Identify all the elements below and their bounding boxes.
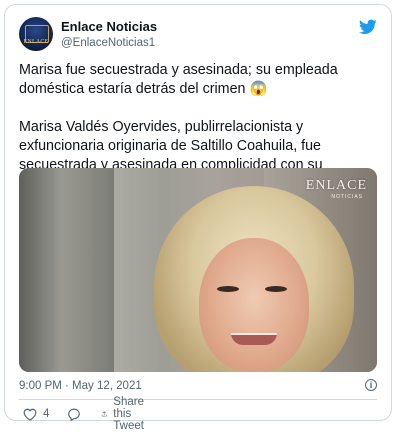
account-handle[interactable]: @EnlaceNoticias1 [61,37,155,49]
share-button[interactable]: Share this Tweet [101,396,152,432]
media-watermark-sub: NOTICIAS [331,194,363,200]
divider [19,399,377,400]
tweet-paragraph-1: Marisa fue secuestrada y asesinada; su e… [19,62,338,97]
tweet-card: ENLACE Enlace Noticias @EnlaceNoticias1 … [4,4,392,432]
media-curtain [19,168,114,372]
twitter-bird-icon[interactable] [359,19,377,35]
media-watermark: ENLACE [305,178,367,193]
media-eye-right [265,286,287,292]
reply-icon [68,408,80,421]
reply-button[interactable] [67,406,81,422]
account-name[interactable]: Enlace Noticias [61,19,157,34]
media-mouth [231,333,277,345]
tweet-timestamp[interactable]: 9:00 PM · May 12, 2021 [19,380,142,392]
heart-icon [23,408,37,421]
tweet-media-image[interactable]: ENLACE NOTICIAS [19,168,377,372]
info-icon[interactable]: i [365,379,377,391]
avatar[interactable]: ENLACE [19,17,53,51]
media-face [199,238,309,372]
media-eye-left [217,286,239,292]
avatar-logo-text: ENLACE [23,39,49,45]
share-icon [101,411,107,417]
like-count: 4 [43,408,50,420]
like-button[interactable]: 4 [23,406,49,422]
